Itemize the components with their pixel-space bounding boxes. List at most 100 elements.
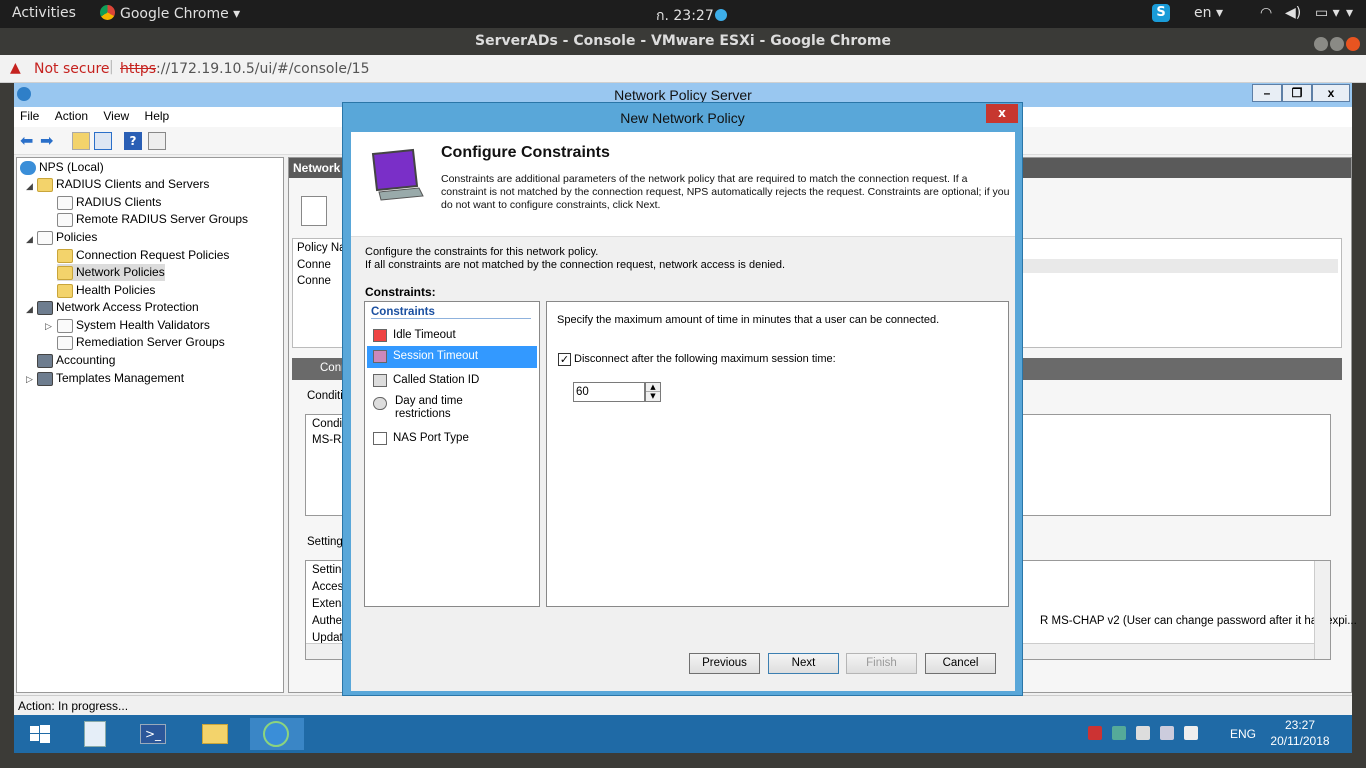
properties-icon[interactable]	[148, 132, 166, 150]
tree-label: Templates Management	[56, 371, 185, 385]
up-folder-icon[interactable]	[72, 132, 90, 150]
next-button[interactable]: Next	[768, 653, 839, 674]
maximize-icon[interactable]	[1330, 36, 1344, 51]
stepper-up-icon[interactable]: ▲	[646, 383, 660, 392]
input-language[interactable]: ENG	[1230, 727, 1256, 741]
constraint-day-time[interactable]: Day and time restrictions	[367, 395, 537, 423]
taskbar-date[interactable]: 20/11/2018	[1268, 734, 1332, 748]
tree-item-remediation-groups[interactable]: Remediation Server Groups	[57, 334, 225, 351]
settings-row[interactable]: Acces	[312, 581, 343, 593]
accounting-icon	[37, 353, 53, 368]
header-description: Constraints are additional parameters of…	[441, 173, 1010, 211]
tree-item-policies[interactable]: Policies	[37, 229, 97, 246]
battery-icon[interactable]: ▭ ▾	[1315, 5, 1340, 21]
menu-file[interactable]: File	[14, 107, 45, 123]
called-station-icon	[373, 374, 387, 387]
tree-item-system-health-validators[interactable]: System Health Validators	[57, 317, 210, 334]
clock-icon	[373, 397, 387, 410]
volume-muted-icon[interactable]	[1184, 726, 1198, 740]
dialog-header: Configure Constraints Constraints are ad…	[351, 132, 1015, 237]
powershell-icon[interactable]: >_	[130, 718, 174, 750]
forward-icon[interactable]: ➡	[40, 132, 58, 150]
not-secure-label[interactable]: Not secure	[34, 61, 110, 77]
constraint-called-station-id[interactable]: Called Station ID	[367, 370, 537, 392]
tree-item-remote-radius-groups[interactable]: Remote RADIUS Server Groups	[57, 211, 248, 228]
url-scheme: https	[120, 61, 157, 77]
skype-icon[interactable]: S	[1152, 4, 1170, 22]
expand-icon[interactable]: ▷	[45, 321, 52, 332]
tree-item-nap[interactable]: Network Access Protection	[37, 299, 199, 316]
folder-icon	[57, 265, 73, 280]
clock[interactable]: ก. 23:27	[656, 5, 727, 27]
menu-view[interactable]: View	[97, 107, 135, 123]
disconnect-checkbox[interactable]: ✓	[558, 353, 571, 366]
nps-taskbar-icon[interactable]	[250, 718, 304, 750]
back-icon[interactable]: ⬅	[20, 132, 38, 150]
tree-item-radius-clients-servers[interactable]: RADIUS Clients and Servers	[37, 176, 209, 193]
menu-action[interactable]: Action	[49, 107, 94, 123]
previous-button[interactable]: Previous	[689, 653, 760, 674]
tree-item-connection-request-policies[interactable]: Connection Request Policies	[57, 247, 229, 264]
settings-row[interactable]: Auther	[312, 615, 346, 627]
tree-label: System Health Validators	[76, 318, 210, 332]
tree-label: Remote RADIUS Server Groups	[76, 212, 249, 226]
system-menu-icon[interactable]: ▾	[1346, 5, 1353, 21]
wifi-icon[interactable]: ◠	[1260, 5, 1272, 21]
file-explorer-icon[interactable]	[192, 718, 236, 750]
tree-item-nps-local[interactable]: NPS (Local)	[20, 159, 104, 176]
language-indicator[interactable]: en ▾	[1194, 5, 1223, 21]
os-top-bar: Activities Google Chrome ▾ ก. 23:27 S en…	[0, 0, 1366, 28]
address-bar[interactable]: ▲ Not secure | https://172.19.10.5/ui/#/…	[0, 55, 1366, 83]
close-icon[interactable]	[1346, 36, 1360, 51]
finish-button[interactable]: Finish	[846, 653, 917, 674]
nps-minimize-button[interactable]: –	[1252, 84, 1282, 102]
activities-button[interactable]: Activities	[12, 5, 76, 21]
url-text[interactable]: https://172.19.10.5/ui/#/console/15	[120, 61, 369, 77]
policy-row[interactable]: Conne	[297, 275, 331, 287]
expand-icon[interactable]: ▷	[26, 374, 33, 385]
clock-text: ก. 23:27	[656, 8, 714, 24]
taskbar-time[interactable]: 23:27	[1268, 718, 1332, 732]
stepper-down-icon[interactable]: ▼	[646, 392, 660, 401]
tree-item-health-policies[interactable]: Health Policies	[57, 282, 155, 299]
server-manager-icon[interactable]	[72, 718, 116, 750]
help-icon[interactable]: ?	[124, 132, 142, 150]
menu-help[interactable]: Help	[139, 107, 176, 123]
volume-icon[interactable]: ◀)	[1285, 5, 1301, 21]
tree-item-network-policies[interactable]: Network Policies	[57, 264, 165, 281]
collapse-icon[interactable]: ◢	[26, 304, 33, 315]
validator-icon	[57, 318, 73, 333]
session-timeout-stepper[interactable]: ▲ ▼	[645, 382, 661, 402]
minimize-icon[interactable]	[1314, 36, 1328, 51]
intro-line-2: If all constraints are not matched by th…	[365, 259, 786, 271]
start-button[interactable]	[18, 718, 62, 750]
nps-restore-button[interactable]: ❐	[1282, 84, 1312, 102]
cancel-button[interactable]: Cancel	[925, 653, 996, 674]
auth-method-text: R MS-CHAP v2 (User can change password a…	[1040, 615, 1357, 627]
disconnect-checkbox-label[interactable]: Disconnect after the following maximum s…	[574, 353, 836, 365]
network-icon[interactable]	[1160, 726, 1174, 740]
constraint-session-timeout[interactable]: Session Timeout	[367, 346, 537, 368]
warning-icon: ▲	[10, 60, 21, 76]
tree-item-templates[interactable]: Templates Management	[37, 370, 184, 387]
constraint-idle-timeout[interactable]: Idle Timeout	[367, 326, 537, 346]
collapse-icon[interactable]: ◢	[26, 181, 33, 192]
settings-vertical-scrollbar[interactable]	[1314, 561, 1330, 659]
collapse-icon[interactable]: ◢	[26, 234, 33, 245]
nps-close-button[interactable]: x	[1312, 84, 1350, 102]
tree-item-radius-clients[interactable]: RADIUS Clients	[57, 194, 161, 211]
constraint-settings-panel: Specify the maximum amount of time in mi…	[546, 301, 1009, 607]
network-error-icon[interactable]	[1088, 726, 1102, 740]
tree-item-accounting[interactable]: Accounting	[37, 352, 115, 369]
nps-tray-icon[interactable]	[1112, 726, 1126, 740]
session-timeout-input[interactable]	[573, 382, 645, 402]
show-hide-tree-icon[interactable]	[94, 132, 112, 150]
constraint-nas-port-type[interactable]: NAS Port Type	[367, 430, 537, 450]
policy-row[interactable]: Conne	[297, 259, 331, 271]
server-list-icon	[57, 335, 73, 350]
display-icon[interactable]	[1136, 726, 1150, 740]
dialog-close-button[interactable]: x	[986, 104, 1018, 123]
url-divider: |	[109, 59, 114, 75]
chrome-app-menu[interactable]: Google Chrome ▾	[100, 5, 240, 22]
dialog-body: Configure Constraints Constraints are ad…	[351, 132, 1015, 691]
